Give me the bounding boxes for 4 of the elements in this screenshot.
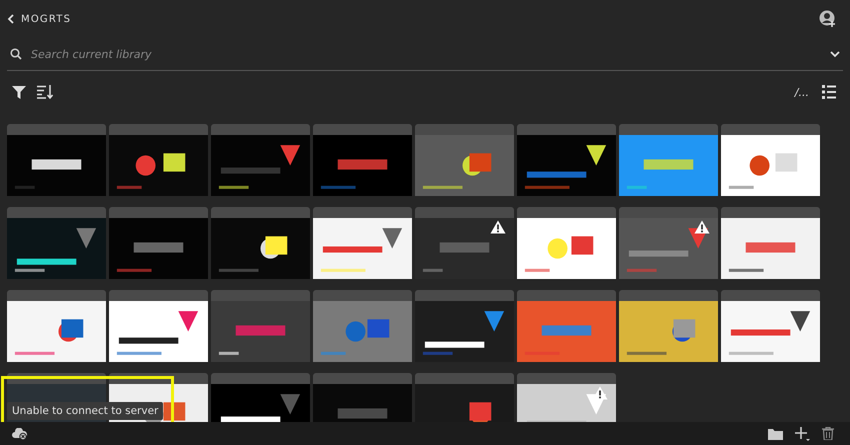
tooltip: Unable to connect to server — [7, 402, 164, 420]
library-path[interactable]: /... — [794, 86, 809, 98]
search-field[interactable]: Search current library — [31, 48, 821, 60]
back-button[interactable]: MOGRTS — [7, 14, 72, 24]
